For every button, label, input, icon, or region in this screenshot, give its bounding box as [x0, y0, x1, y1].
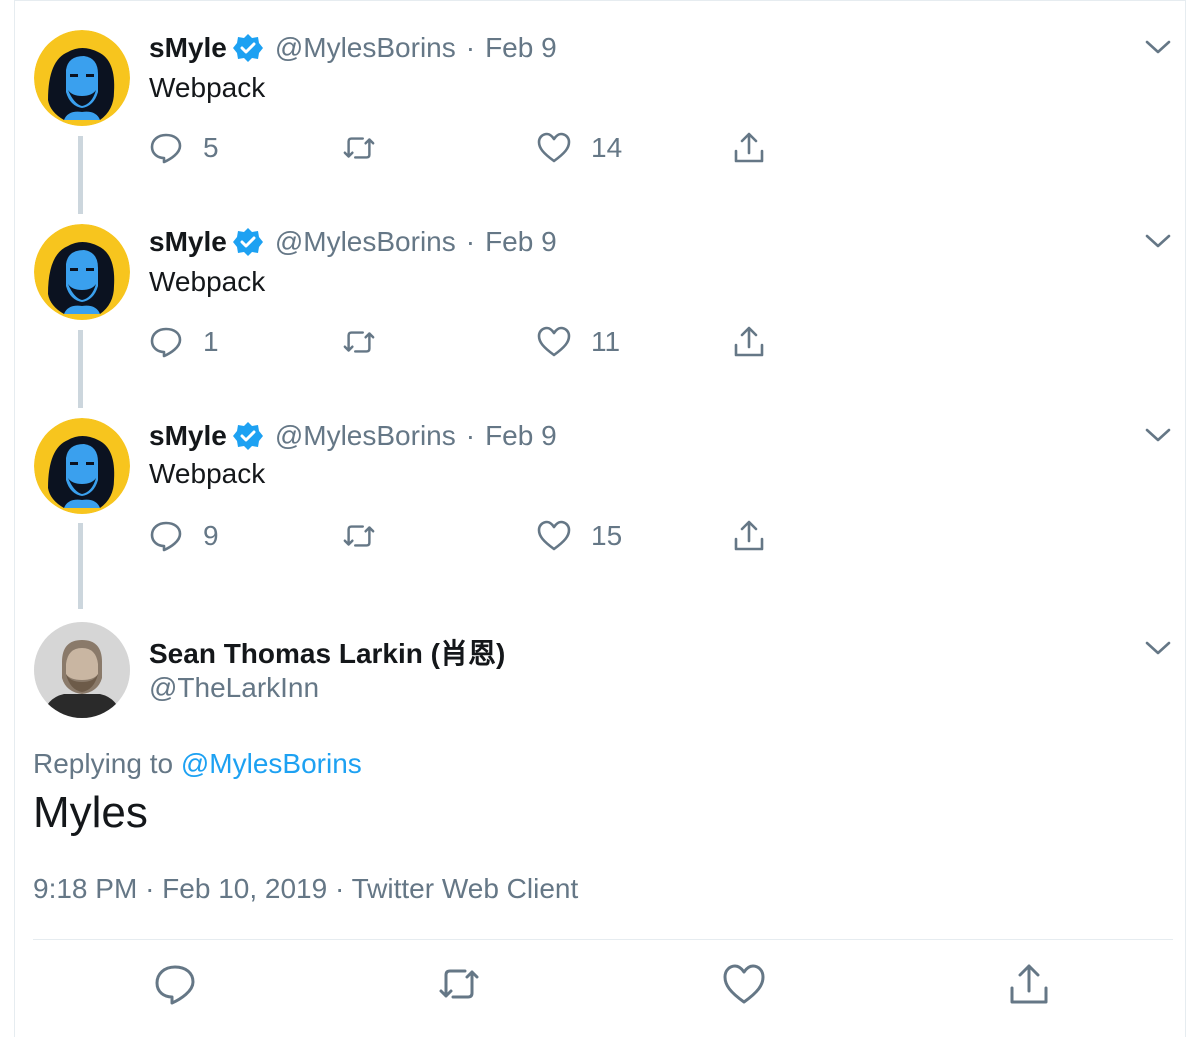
replying-to: Replying to @MylesBorins [33, 748, 362, 780]
like-button[interactable] [722, 962, 766, 1006]
tweet-date[interactable]: Feb 9 [485, 32, 557, 64]
chevron-down-icon[interactable] [1144, 36, 1172, 58]
tweet-date[interactable]: Feb 10, 2019 [162, 873, 327, 904]
reply-button[interactable] [153, 962, 197, 1006]
tweet-text: Webpack [149, 458, 266, 489]
retweet-icon [343, 137, 375, 159]
like-button[interactable]: 15 [537, 516, 622, 556]
user-handle[interactable]: @MylesBorins [275, 420, 456, 452]
verified-badge-icon [232, 421, 263, 451]
share-button[interactable] [732, 128, 766, 168]
reply-icon [150, 521, 182, 552]
tweet-actions: 1 11 [149, 322, 789, 362]
tweet-date[interactable]: Feb 9 [485, 226, 557, 258]
retweet-icon [343, 525, 375, 547]
reply-button[interactable]: 5 [149, 128, 219, 168]
share-button[interactable] [1007, 962, 1051, 1006]
like-count: 14 [591, 132, 623, 163]
verified-badge-icon [232, 227, 263, 257]
display-name[interactable]: Sean Thomas Larkin (肖恩) [149, 632, 505, 672]
replying-to-link[interactable]: @MylesBorins [181, 748, 362, 779]
verified-badge-icon [232, 33, 263, 63]
retweet-button[interactable] [437, 962, 481, 1006]
retweet-button[interactable] [342, 128, 376, 168]
like-button[interactable]: 11 [537, 322, 620, 362]
reply-icon [150, 133, 182, 164]
share-icon [734, 132, 764, 163]
separator-dot: · [465, 32, 476, 63]
separator-dot: · [465, 226, 476, 257]
reply-count: 1 [203, 326, 219, 357]
chevron-down-icon[interactable] [1144, 637, 1172, 659]
reply-button[interactable]: 9 [149, 516, 219, 556]
separator-dot: · [334, 873, 345, 904]
share-icon [734, 326, 764, 357]
share-icon [1010, 964, 1048, 1004]
like-button[interactable]: 14 [537, 128, 622, 168]
thread-tweet[interactable]: sMyle @MylesBorins · Feb 9 Webpack 1 11 [0, 194, 1200, 384]
retweet-button[interactable] [342, 322, 376, 362]
heart-icon [723, 964, 765, 1004]
tweet-actions: 9 15 [149, 516, 789, 556]
user-handle[interactable]: @MylesBorins [275, 226, 456, 258]
like-count: 15 [591, 520, 623, 551]
like-count: 11 [591, 326, 621, 357]
reply-icon [155, 965, 195, 1005]
reply-icon [150, 327, 182, 358]
avatar[interactable] [34, 224, 130, 320]
user-handle[interactable]: @TheLarkInn [149, 672, 319, 704]
share-icon [734, 520, 764, 551]
reply-button[interactable]: 1 [149, 322, 219, 362]
chevron-down-icon[interactable] [1144, 230, 1172, 252]
user-handle[interactable]: @MylesBorins [275, 32, 456, 64]
retweet-icon [343, 331, 375, 353]
heart-icon [537, 132, 571, 163]
tweet-text: Webpack [149, 266, 266, 297]
display-name[interactable]: sMyle [149, 226, 227, 258]
separator-dot: · [145, 873, 155, 904]
avatar[interactable] [34, 30, 130, 126]
heart-icon [537, 326, 571, 357]
reply-count: 9 [203, 520, 219, 551]
separator-dot: · [465, 420, 476, 451]
tweet-meta: 9:18 PM · Feb 10, 2019 · Twitter Web Cli… [33, 873, 578, 905]
heart-icon [537, 520, 571, 551]
tweet-text: Webpack [149, 72, 266, 103]
replying-prefix: Replying to [33, 748, 174, 779]
share-button[interactable] [732, 516, 766, 556]
tweet-text: Myles [33, 788, 148, 837]
reply-count: 5 [203, 132, 219, 163]
thread-tweet[interactable]: sMyle @MylesBorins · Feb 9 Webpack 9 15 [0, 388, 1200, 578]
chevron-down-icon[interactable] [1144, 424, 1172, 446]
tweet-date[interactable]: Feb 9 [485, 420, 557, 452]
thread-tweet[interactable]: sMyle @MylesBorins · Feb 9 Webpack 5 14 [0, 0, 1200, 190]
retweet-icon [439, 969, 479, 999]
divider [33, 939, 1173, 940]
tweet-client[interactable]: Twitter Web Client [352, 873, 579, 904]
avatar[interactable] [34, 418, 130, 514]
tweet-actions: 5 14 [149, 128, 789, 168]
focused-actions [0, 962, 1200, 1018]
share-button[interactable] [732, 322, 766, 362]
display-name[interactable]: sMyle [149, 420, 227, 452]
tweet-time[interactable]: 9:18 PM [33, 873, 137, 904]
avatar[interactable] [34, 622, 130, 718]
retweet-button[interactable] [342, 516, 376, 556]
display-name[interactable]: sMyle [149, 32, 227, 64]
